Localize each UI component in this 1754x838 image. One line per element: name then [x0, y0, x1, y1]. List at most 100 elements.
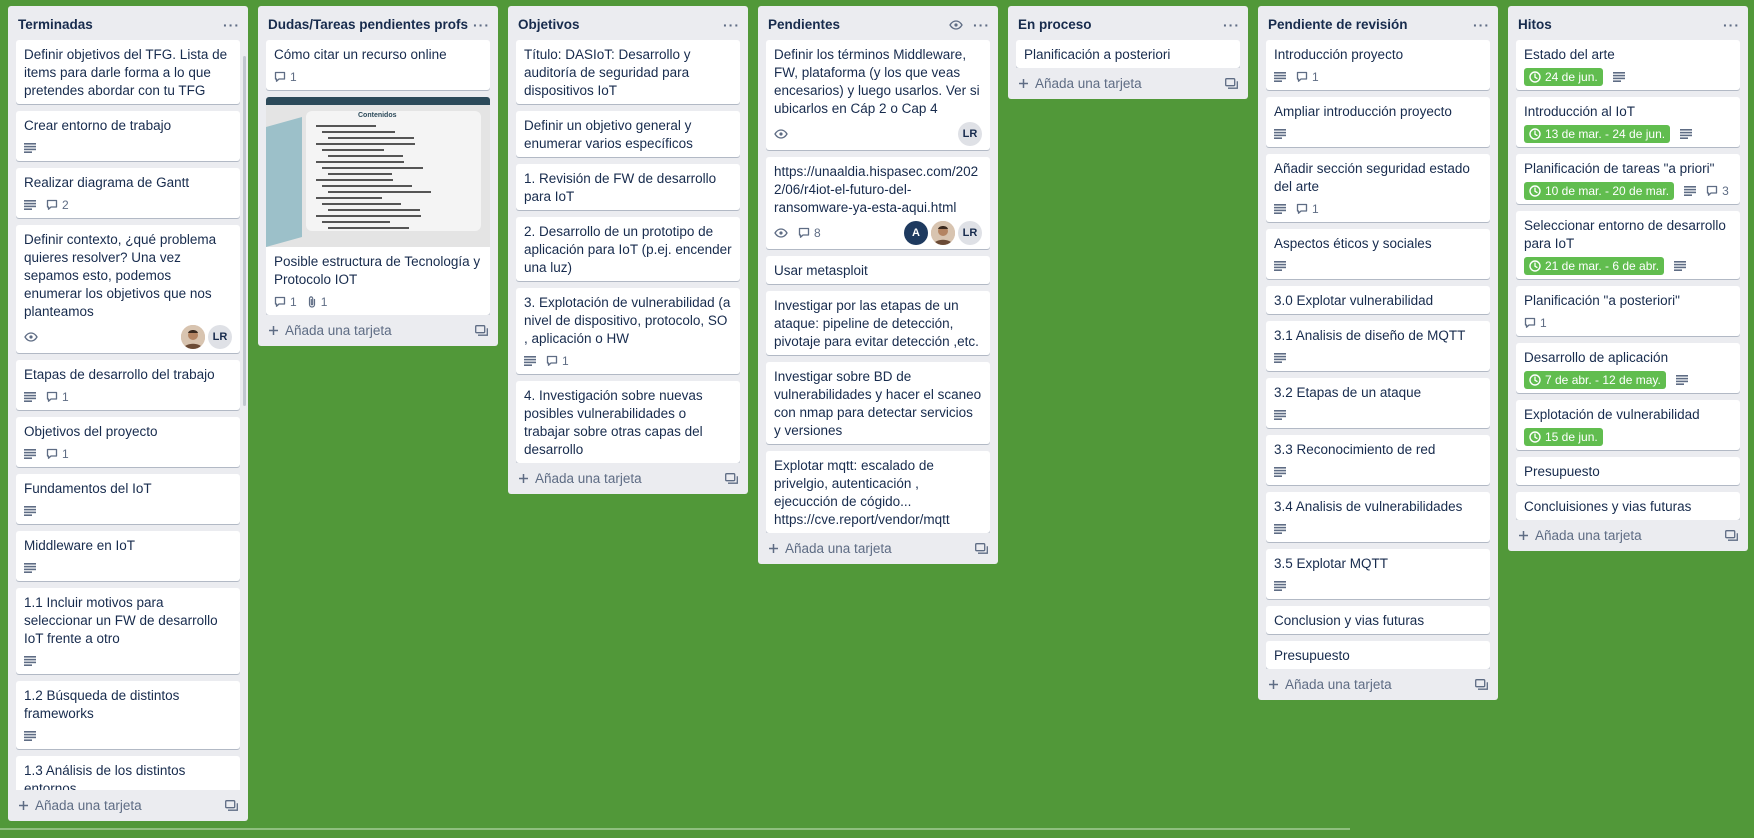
card[interactable]: 1.1 Incluir motivos para seleccionar un … [16, 588, 240, 674]
card[interactable]: Definir un objetivo general y enumerar v… [516, 111, 740, 157]
card[interactable]: 3.1 Analisis de diseño de MQTT [1266, 321, 1490, 371]
card[interactable]: Contenidos Posible estructura de Tecnolog… [266, 97, 490, 315]
card[interactable]: Crear entorno de trabajo [16, 111, 240, 161]
list-menu-more-icon[interactable]: ··· [223, 18, 240, 32]
card[interactable]: Presupuesto [1266, 641, 1490, 669]
list-menu-more-icon[interactable]: ··· [723, 18, 740, 32]
card[interactable]: Ampliar introducción proyecto [1266, 97, 1490, 147]
create-from-template-icon[interactable] [1225, 78, 1238, 89]
list-scrollbar[interactable] [243, 56, 246, 406]
card[interactable]: 3.5 Explotar MQTT [1266, 549, 1490, 599]
card[interactable]: Realizar diagrama de Gantt 2 [16, 168, 240, 218]
create-from-template-icon[interactable] [475, 325, 488, 336]
card[interactable]: Definir los términos Middleware, FW, pla… [766, 40, 990, 150]
card[interactable]: Investigar sobre BD de vulnerabilidades … [766, 362, 990, 444]
list-header[interactable]: Hitos ··· [1508, 6, 1748, 40]
add-card-button[interactable]: Añada una tarjeta [258, 315, 498, 346]
card[interactable]: Seleccionar entorno de desarrollo para I… [1516, 211, 1740, 279]
card[interactable]: 3.2 Etapas de un ataque [1266, 378, 1490, 428]
due-date-badge[interactable]: 13 de mar. - 24 de jun. [1524, 125, 1671, 143]
card[interactable]: Título: DASIoT: Desarrollo y auditoría d… [516, 40, 740, 104]
card[interactable]: https://unaaldia.hispasec.com/2022/06/r4… [766, 157, 990, 249]
card[interactable]: 1.2 Búsqueda de distintos frameworks [16, 681, 240, 749]
member-avatar[interactable]: LR [958, 122, 982, 146]
list-menu-more-icon[interactable]: ··· [473, 18, 490, 32]
list-title[interactable]: Objetivos [518, 17, 580, 32]
card[interactable]: Conclusion y vias futuras [1266, 606, 1490, 634]
card[interactable]: 3. Explotación de vulnerabilidad (a nive… [516, 288, 740, 374]
card-title: 3.5 Explotar MQTT [1274, 556, 1389, 571]
create-from-template-icon[interactable] [725, 473, 738, 484]
list-header[interactable]: Dudas/Tareas pendientes profs ··· [258, 6, 498, 40]
card[interactable]: Introducción al IoT 13 de mar. - 24 de ju… [1516, 97, 1740, 147]
list-title[interactable]: Hitos [1518, 17, 1552, 32]
list-menu-more-icon[interactable]: ··· [1223, 18, 1240, 32]
card[interactable]: Definir contexto, ¿qué problema quieres … [16, 225, 240, 353]
list-menu-more-icon[interactable]: ··· [973, 18, 990, 32]
comments-badge: 1 [546, 354, 569, 368]
member-avatar-photo[interactable] [181, 325, 205, 349]
board-horizontal-scrollbar[interactable] [0, 828, 1350, 830]
member-avatar[interactable]: LR [958, 221, 982, 245]
card[interactable]: Fundamentos del IoT [16, 474, 240, 524]
card[interactable]: 1.3 Análisis de los distintos entornos [16, 756, 240, 790]
card[interactable]: Definir objetivos del TFG. Lista de item… [16, 40, 240, 104]
member-avatar-photo[interactable] [931, 221, 955, 245]
list-header[interactable]: Pendiente de revisión ··· [1258, 6, 1498, 40]
card[interactable]: Cómo citar un recurso online 1 [266, 40, 490, 90]
card[interactable]: Desarrollo de aplicación 7 de abr. - 12 d… [1516, 343, 1740, 393]
card[interactable]: 3.0 Explotar vulnerabilidad [1266, 286, 1490, 314]
card[interactable]: Estado del arte 24 de jun. [1516, 40, 1740, 90]
list-menu-more-icon[interactable]: ··· [1723, 18, 1740, 32]
card[interactable]: 3.4 Analisis de vulnerabilidades [1266, 492, 1490, 542]
list-title[interactable]: Pendiente de revisión [1268, 17, 1408, 32]
card[interactable]: Explotar mqtt: escalado de privelgio, au… [766, 451, 990, 533]
card[interactable]: Etapas de desarrollo del trabajo 1 [16, 360, 240, 410]
card[interactable]: Introducción proyecto 1 [1266, 40, 1490, 90]
add-card-button[interactable]: Añada una tarjeta [508, 463, 748, 494]
create-from-template-icon[interactable] [1725, 530, 1738, 541]
due-date-badge[interactable]: 21 de mar. - 6 de abr. [1524, 257, 1665, 275]
due-date-badge[interactable]: 10 de mar. - 20 de mar. [1524, 182, 1675, 200]
list-menu-more-icon[interactable]: ··· [1473, 18, 1490, 32]
due-date-badge[interactable]: 15 de jun. [1524, 428, 1603, 446]
card[interactable]: Añadir sección seguridad estado del arte… [1266, 154, 1490, 222]
add-card-button[interactable]: Añada una tarjeta [758, 533, 998, 564]
due-date-badge[interactable]: 7 de abr. - 12 de may. [1524, 371, 1666, 389]
member-avatar[interactable]: A [904, 221, 928, 245]
create-from-template-icon[interactable] [225, 800, 238, 811]
card[interactable]: Planificación de tareas "a priori" 10 de … [1516, 154, 1740, 204]
add-card-label: Añada una tarjeta [285, 323, 392, 338]
list-title[interactable]: Pendientes [768, 17, 840, 32]
list-header[interactable]: En proceso ··· [1008, 6, 1248, 40]
list-header[interactable]: Terminadas ··· [8, 6, 248, 40]
list-header[interactable]: Objetivos ··· [508, 6, 748, 40]
card[interactable]: Investigar por las etapas de un ataque: … [766, 291, 990, 355]
card[interactable]: Usar metasploit [766, 256, 990, 284]
card[interactable]: Concluisiones y vias futuras [1516, 492, 1740, 520]
due-date-badge[interactable]: 24 de jun. [1524, 68, 1603, 86]
add-card-button[interactable]: Añada una tarjeta [8, 790, 248, 821]
card[interactable]: 1. Revisión de FW de desarrollo para IoT [516, 164, 740, 210]
card[interactable]: Explotación de vulnerabilidad 15 de jun. [1516, 400, 1740, 450]
add-card-button[interactable]: Añada una tarjeta [1508, 520, 1748, 551]
list-title[interactable]: Terminadas [18, 17, 93, 32]
add-card-button[interactable]: Añada una tarjeta [1258, 669, 1498, 700]
card[interactable]: 4. Investigación sobre nuevas posibles v… [516, 381, 740, 463]
list-title[interactable]: En proceso [1018, 17, 1092, 32]
list-title[interactable]: Dudas/Tareas pendientes profs [268, 17, 468, 32]
card[interactable]: 3.3 Reconocimiento de red [1266, 435, 1490, 485]
description-icon [1274, 72, 1286, 82]
card[interactable]: Objetivos del proyecto 1 [16, 417, 240, 467]
card[interactable]: Middleware en IoT [16, 531, 240, 581]
list-header[interactable]: Pendientes ··· [758, 6, 998, 40]
card[interactable]: 2. Desarrollo de un prototipo de aplicac… [516, 217, 740, 281]
member-avatar[interactable]: LR [208, 325, 232, 349]
card[interactable]: Presupuesto [1516, 457, 1740, 485]
card[interactable]: Planificación a posteriori [1016, 40, 1240, 68]
create-from-template-icon[interactable] [1475, 679, 1488, 690]
create-from-template-icon[interactable] [975, 543, 988, 554]
add-card-button[interactable]: Añada una tarjeta [1008, 68, 1248, 99]
card[interactable]: Aspectos éticos y sociales [1266, 229, 1490, 279]
card[interactable]: Planificación "a posteriori" 1 [1516, 286, 1740, 336]
